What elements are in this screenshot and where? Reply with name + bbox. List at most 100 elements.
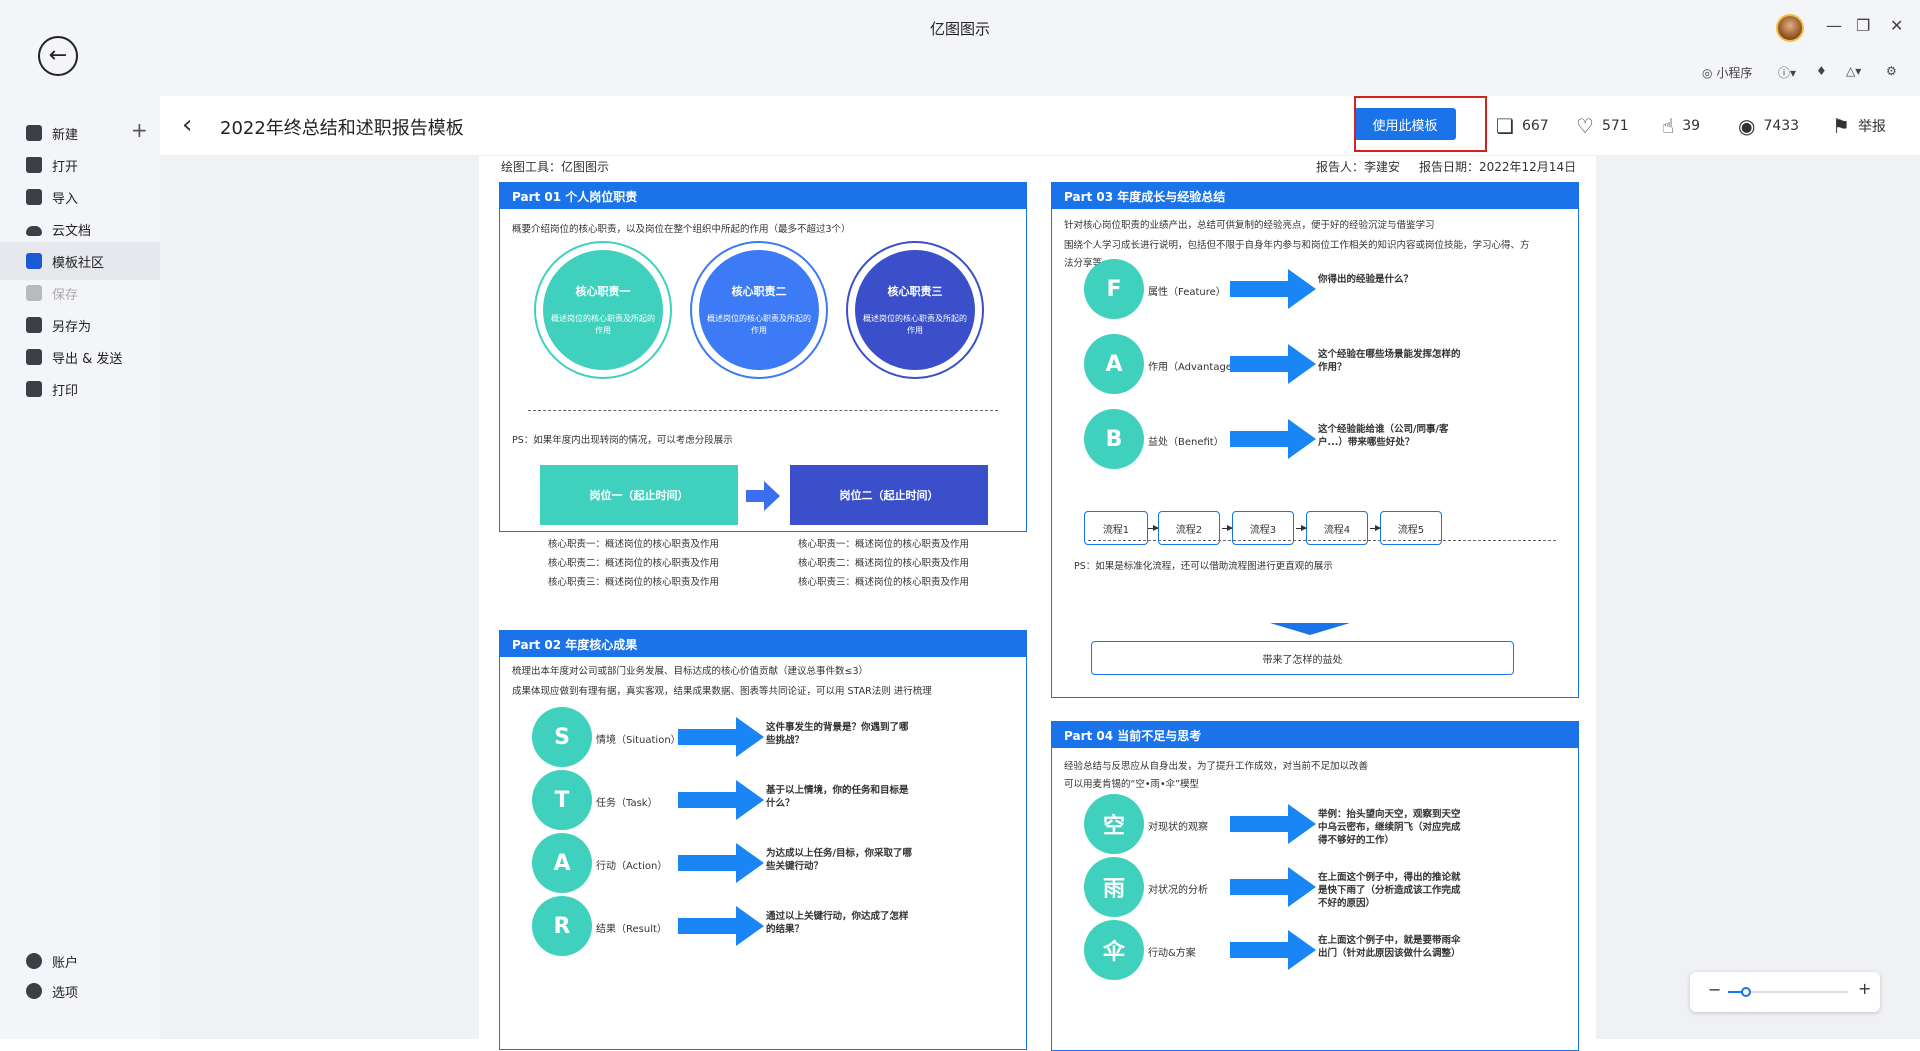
flow-step: 流程4 [1306, 511, 1368, 545]
part-03-intro-2: 围绕个人学习成长进行说明，包括但不限于自身年内参与和岗位工作相关的知识内容或岗位… [1064, 240, 1530, 251]
reporter: 报告人：李建安 [1316, 160, 1401, 174]
shirt-icon[interactable]: △▾ [1846, 64, 1861, 78]
part-04-intro-2: 可以用麦肯锡的“空•雨•伞”模型 [1064, 779, 1200, 790]
thumbs-up-icon: ☝ [1662, 114, 1675, 138]
part-03-ps: PS：如果是标准化流程，还可以借助流程图进行更直观的展示 [1074, 561, 1333, 572]
minimize-icon[interactable]: — [1826, 16, 1842, 35]
row-label: 属性（Feature） [1148, 287, 1226, 298]
back-chevron-icon[interactable]: ‹ [182, 110, 192, 140]
report-date: 报告日期：2022年12月14日 [1419, 160, 1577, 174]
flow-arrow [1370, 525, 1381, 531]
report-label: 举报 [1857, 119, 1886, 135]
flow-step: 流程1 [1084, 511, 1148, 545]
duty-circle-desc: 概述岗位的核心职责及所起的作用 [863, 314, 967, 335]
copies-stat[interactable]: ❏ 667 [1496, 114, 1549, 138]
row-label: 结果（Result） [596, 924, 667, 935]
flow-down-arrow [1270, 623, 1350, 635]
sidebar-item-8[interactable]: 打印 [0, 370, 160, 408]
row-label: 行动（Action） [596, 861, 668, 872]
row-label: 任务（Task） [596, 798, 658, 809]
part-03: Part 03 年度成长与经验总结 针对核心岗位职责的业绩产出，总结可供复制的经… [1051, 182, 1579, 698]
letter-circle: T [532, 770, 592, 830]
sidebar-item-label: 账户 [52, 955, 79, 971]
miniprogram-icon: ◎ [1702, 66, 1713, 80]
back-icon[interactable]: ← [38, 36, 78, 76]
row-desc: 这个经验能给谁（公司/同事/客户...）带来哪些好处？ [1318, 424, 1449, 448]
divider [528, 410, 998, 411]
print-icon [26, 381, 42, 397]
right-arrow-icon [678, 717, 764, 757]
thumbs-stat[interactable]: ☝ 39 [1662, 114, 1700, 138]
sidebar-item-label: 打开 [52, 159, 79, 175]
row-label: 对现状的观察 [1148, 822, 1208, 833]
duty-line: 核心职责一：概述岗位的核心职责及作用 [548, 539, 720, 550]
account-icon [26, 953, 42, 969]
duty-line: 核心职责一：概述岗位的核心职责及作用 [798, 539, 970, 550]
zoom-handle[interactable] [1741, 987, 1751, 997]
position-two-lines: 核心职责一：概述岗位的核心职责及作用 核心职责二：概述岗位的核心职责及作用 核心… [798, 535, 969, 592]
views-count: 7433 [1763, 118, 1800, 134]
highlight-frame [1354, 96, 1487, 152]
flow-arrow [1148, 525, 1159, 531]
row-label: 对状况的分析 [1148, 885, 1208, 896]
duty-circle-desc: 概述岗位的核心职责及所起的作用 [551, 314, 655, 335]
thumbs-count: 39 [1682, 118, 1701, 134]
copies-count: 667 [1521, 118, 1549, 134]
app-title: 亿图图示 [929, 20, 990, 38]
position-one: 岗位一（起止时间） [540, 465, 738, 525]
right-arrow-icon [1230, 930, 1316, 970]
miniprogram-button[interactable]: ◎ 小程序 [1702, 64, 1752, 81]
part-04-title: Part 04 当前不足与思考 [1052, 722, 1578, 748]
row-desc: 举例：抬头望向天空，观察到天空中乌云密布，继续阴飞（对应完成得不够好的工作） [1318, 809, 1461, 846]
avatar[interactable] [1776, 14, 1804, 42]
row-desc: 基于以上情境，你的任务和目标是什么？ [766, 785, 909, 809]
new-plus-icon[interactable]: + [131, 118, 148, 142]
flow-arrow [1296, 525, 1307, 531]
letter-circle: F [1084, 259, 1144, 319]
zoom-in-button[interactable]: + [1858, 979, 1871, 998]
letter-circle: 雨 [1084, 857, 1144, 917]
report-button[interactable]: ⚑ 举报 [1832, 114, 1886, 138]
sidebar-item-label: 导入 [52, 191, 79, 207]
settings-gear-icon[interactable]: ⚙ [1886, 64, 1897, 78]
row-desc: 你得出的经验是什么？ [1318, 274, 1414, 285]
favorite-stat[interactable]: ♡ 571 [1576, 114, 1629, 138]
sidebar-bottom-1[interactable]: 选项 [0, 972, 160, 1010]
part-01-title: Part 01 个人岗位职责 [500, 183, 1026, 209]
duty-line: 核心职责二：概述岗位的核心职责及作用 [798, 558, 970, 569]
eye-icon: ◉ [1738, 114, 1756, 138]
sidebar-item-label: 另存为 [52, 319, 92, 335]
row-desc: 为达成以上任务/目标，你采取了哪些关键行动？ [766, 848, 912, 872]
duty-circle: 核心职责三 概述岗位的核心职责及所起的作用 [855, 250, 975, 370]
cloud-icon [26, 226, 42, 236]
template-community-icon [26, 253, 42, 269]
sidebar-item-label: 选项 [52, 985, 79, 1001]
row-label: 作用（Advantage） [1148, 362, 1242, 373]
zoom-out-button[interactable]: − [1708, 980, 1721, 999]
restore-icon[interactable]: ❐ [1856, 16, 1870, 35]
duty-line: 核心职责三：概述岗位的核心职责及作用 [548, 577, 720, 588]
duty-circle: 核心职责一 概述岗位的核心职责及所起的作用 [543, 250, 663, 370]
help-icon[interactable]: ⓘ▾ [1778, 64, 1796, 81]
letter-circle: R [532, 896, 592, 956]
zoom-slider[interactable] [1728, 987, 1848, 997]
flow-step: 流程5 [1380, 511, 1442, 545]
flow-arrow [1222, 525, 1233, 531]
folder-icon [26, 157, 42, 173]
part-02-title: Part 02 年度核心成果 [500, 631, 1026, 657]
bell-icon[interactable]: ♦ [1816, 64, 1827, 78]
row-desc: 在上面这个例子中，得出的推论就是快下雨了（分析造成该工作完成不好的原因） [1318, 872, 1461, 909]
sidebar-item-label: 导出 & 发送 [52, 351, 123, 367]
close-icon[interactable]: ✕ [1890, 16, 1903, 35]
part-04-intro-1: 经验总结与反思应从自身出发，为了提升工作成效，对当前不足加以改善 [1064, 761, 1369, 772]
letter-circle: A [1084, 334, 1144, 394]
row-desc: 这件事发生的背景是？你遇到了哪些挑战？ [766, 722, 909, 746]
miniprogram-label: 小程序 [1716, 66, 1753, 80]
letter-circle: B [1084, 409, 1144, 469]
position-one-lines: 核心职责一：概述岗位的核心职责及作用 核心职责二：概述岗位的核心职责及作用 核心… [548, 535, 719, 592]
sidebar-item-label: 新建 [52, 127, 79, 143]
likes-count: 571 [1601, 118, 1629, 134]
right-arrow-icon [678, 843, 764, 883]
zoom-control: − + [1690, 972, 1880, 1012]
template-preview: 绘图工具：亿图图示 报告人：李建安 报告日期：2022年12月14日 Part … [479, 156, 1596, 1051]
